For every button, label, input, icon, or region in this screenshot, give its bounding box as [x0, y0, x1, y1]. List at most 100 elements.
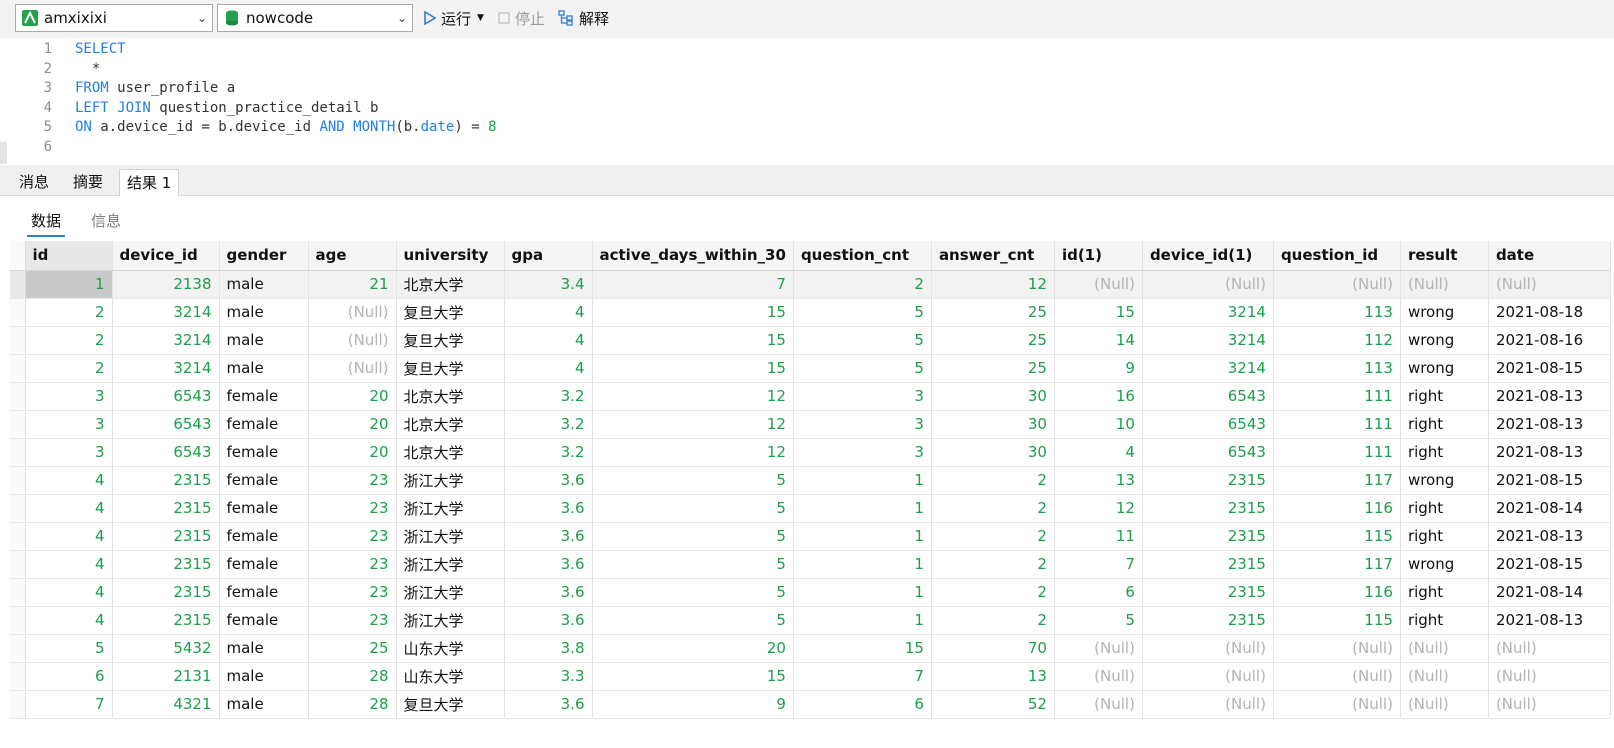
table-cell[interactable]: female [219, 438, 309, 467]
table-cell[interactable]: wrong [1400, 298, 1489, 327]
table-cell[interactable]: 2138 [112, 270, 220, 299]
table-cell[interactable]: 2315 [1142, 522, 1274, 551]
table-cell[interactable]: 12 [592, 438, 794, 467]
row-header[interactable] [10, 522, 26, 551]
database-select[interactable]: nowcode ⌄ [217, 4, 413, 32]
table-cell[interactable]: 28 [308, 690, 397, 719]
table-cell[interactable]: 2315 [112, 550, 220, 579]
table-cell[interactable]: 3.8 [504, 634, 593, 663]
table-cell[interactable]: 复旦大学 [396, 690, 505, 719]
table-cell[interactable]: 3 [25, 382, 113, 411]
subtab-data[interactable]: 数据 [26, 210, 66, 237]
table-cell[interactable]: 11 [1054, 522, 1143, 551]
table-cell[interactable]: 6543 [112, 410, 220, 439]
table-cell[interactable]: 20 [308, 410, 397, 439]
table-row[interactable]: 5 5432 male 25 山东大学 3.8 20 15 70 (Null) (Null) (Nul… [10, 634, 1611, 663]
table-cell[interactable]: 23 [308, 578, 397, 607]
table-cell[interactable]: 6543 [112, 438, 220, 467]
table-cell[interactable]: right [1400, 606, 1489, 635]
table-cell[interactable]: 4 [25, 606, 113, 635]
table-cell[interactable]: (Null) [1054, 690, 1143, 719]
row-header[interactable] [10, 410, 26, 439]
table-cell[interactable]: 116 [1273, 578, 1401, 607]
row-header[interactable] [10, 354, 26, 383]
row-header-corner[interactable] [10, 241, 26, 271]
table-cell[interactable]: 3 [793, 438, 932, 467]
row-header[interactable] [10, 690, 26, 719]
table-cell[interactable]: 12 [1054, 494, 1143, 523]
table-cell[interactable]: (Null) [1273, 270, 1401, 299]
table-row[interactable]: 4 2315 female 23 浙江大学 3.6 5 1 2 11 2315 115 right 202… [10, 522, 1611, 551]
table-cell[interactable]: 2021-08-18 [1488, 298, 1611, 327]
table-cell[interactable]: 3.2 [504, 410, 593, 439]
table-cell[interactable]: 2021-08-13 [1488, 522, 1611, 551]
table-cell[interactable]: 13 [931, 662, 1055, 691]
table-row[interactable]: 3 6543 female 20 北京大学 3.2 12 3 30 16 6543 111 right 2… [10, 382, 1611, 411]
table-cell[interactable]: 5 [793, 354, 932, 383]
table-cell[interactable]: 7 [793, 662, 932, 691]
chevron-down-icon[interactable]: ⌄ [192, 11, 212, 25]
table-cell[interactable]: 浙江大学 [396, 522, 505, 551]
table-cell[interactable]: 16 [1054, 382, 1143, 411]
table-cell[interactable]: 6543 [1142, 382, 1274, 411]
connection-select[interactable]: amxixixi ⌄ [15, 4, 213, 32]
table-cell[interactable]: 浙江大学 [396, 466, 505, 495]
sql-editor[interactable]: 1 SELECT 2 * 3 FROM user_profile a 4 LEFT JOIN… [0, 38, 1614, 165]
table-cell[interactable]: 2021-08-13 [1488, 438, 1611, 467]
table-cell[interactable]: 25 [931, 326, 1055, 355]
code-line[interactable]: 3 FROM user_profile a [0, 78, 1614, 98]
row-header[interactable] [10, 662, 26, 691]
table-cell[interactable]: 3214 [1142, 354, 1274, 383]
table-cell[interactable]: 15 [592, 354, 794, 383]
table-cell[interactable]: 3214 [112, 298, 220, 327]
table-cell[interactable]: 5 [1054, 606, 1143, 635]
table-cell[interactable]: right [1400, 382, 1489, 411]
column-header[interactable]: question_id [1273, 241, 1401, 271]
table-cell[interactable]: 6 [1054, 578, 1143, 607]
chevron-down-icon[interactable]: ⌄ [392, 11, 412, 25]
table-cell[interactable]: (Null) [308, 298, 397, 327]
table-cell[interactable]: 5432 [112, 634, 220, 663]
table-cell[interactable]: 2315 [112, 466, 220, 495]
table-cell[interactable]: (Null) [1142, 634, 1274, 663]
code-line[interactable]: 6 [0, 137, 1614, 157]
table-cell[interactable]: male [219, 634, 309, 663]
table-cell[interactable]: 3.6 [504, 522, 593, 551]
table-cell[interactable]: 2315 [112, 494, 220, 523]
table-cell[interactable]: 3.6 [504, 690, 593, 719]
table-cell[interactable]: right [1400, 494, 1489, 523]
table-cell[interactable]: 2315 [1142, 466, 1274, 495]
table-cell[interactable]: 13 [1054, 466, 1143, 495]
table-row[interactable]: 3 6543 female 20 北京大学 3.2 12 3 30 10 6543 111 right 2… [10, 410, 1611, 439]
table-cell[interactable]: 23 [308, 466, 397, 495]
table-cell[interactable]: (Null) [1142, 690, 1274, 719]
table-cell[interactable]: 2021-08-15 [1488, 466, 1611, 495]
table-cell[interactable]: (Null) [1273, 634, 1401, 663]
table-cell[interactable]: 15 [1054, 298, 1143, 327]
table-cell[interactable]: (Null) [308, 354, 397, 383]
run-button[interactable]: 运行 ▼ [424, 4, 484, 32]
table-cell[interactable]: (Null) [1142, 662, 1274, 691]
table-cell[interactable]: 3.6 [504, 550, 593, 579]
table-cell[interactable]: female [219, 522, 309, 551]
table-cell[interactable]: 2 [25, 354, 113, 383]
table-cell[interactable]: 23 [308, 606, 397, 635]
table-row[interactable]: 1 2138 male 21 北京大学 3.4 7 2 12 (Null) (Null) (Null)… [10, 270, 1611, 299]
table-cell[interactable]: (Null) [1054, 634, 1143, 663]
table-cell[interactable]: 5 [25, 634, 113, 663]
table-cell[interactable]: 3214 [112, 354, 220, 383]
column-header[interactable]: question_cnt [793, 241, 932, 271]
table-cell[interactable]: 9 [592, 690, 794, 719]
table-cell[interactable]: 1 [793, 494, 932, 523]
code-line[interactable]: 2 * [0, 59, 1614, 79]
table-row[interactable]: 4 2315 female 23 浙江大学 3.6 5 1 2 5 2315 115 right 2021… [10, 606, 1611, 635]
table-cell[interactable]: 20 [308, 382, 397, 411]
table-cell[interactable]: (Null) [1400, 662, 1489, 691]
caret-down-icon[interactable]: ▼ [477, 13, 484, 23]
table-cell[interactable]: (Null) [1488, 270, 1611, 299]
table-cell[interactable]: 3 [25, 438, 113, 467]
table-cell[interactable]: 3.3 [504, 662, 593, 691]
table-cell[interactable]: right [1400, 438, 1489, 467]
table-cell[interactable]: 3.6 [504, 466, 593, 495]
table-cell[interactable]: 2315 [1142, 494, 1274, 523]
